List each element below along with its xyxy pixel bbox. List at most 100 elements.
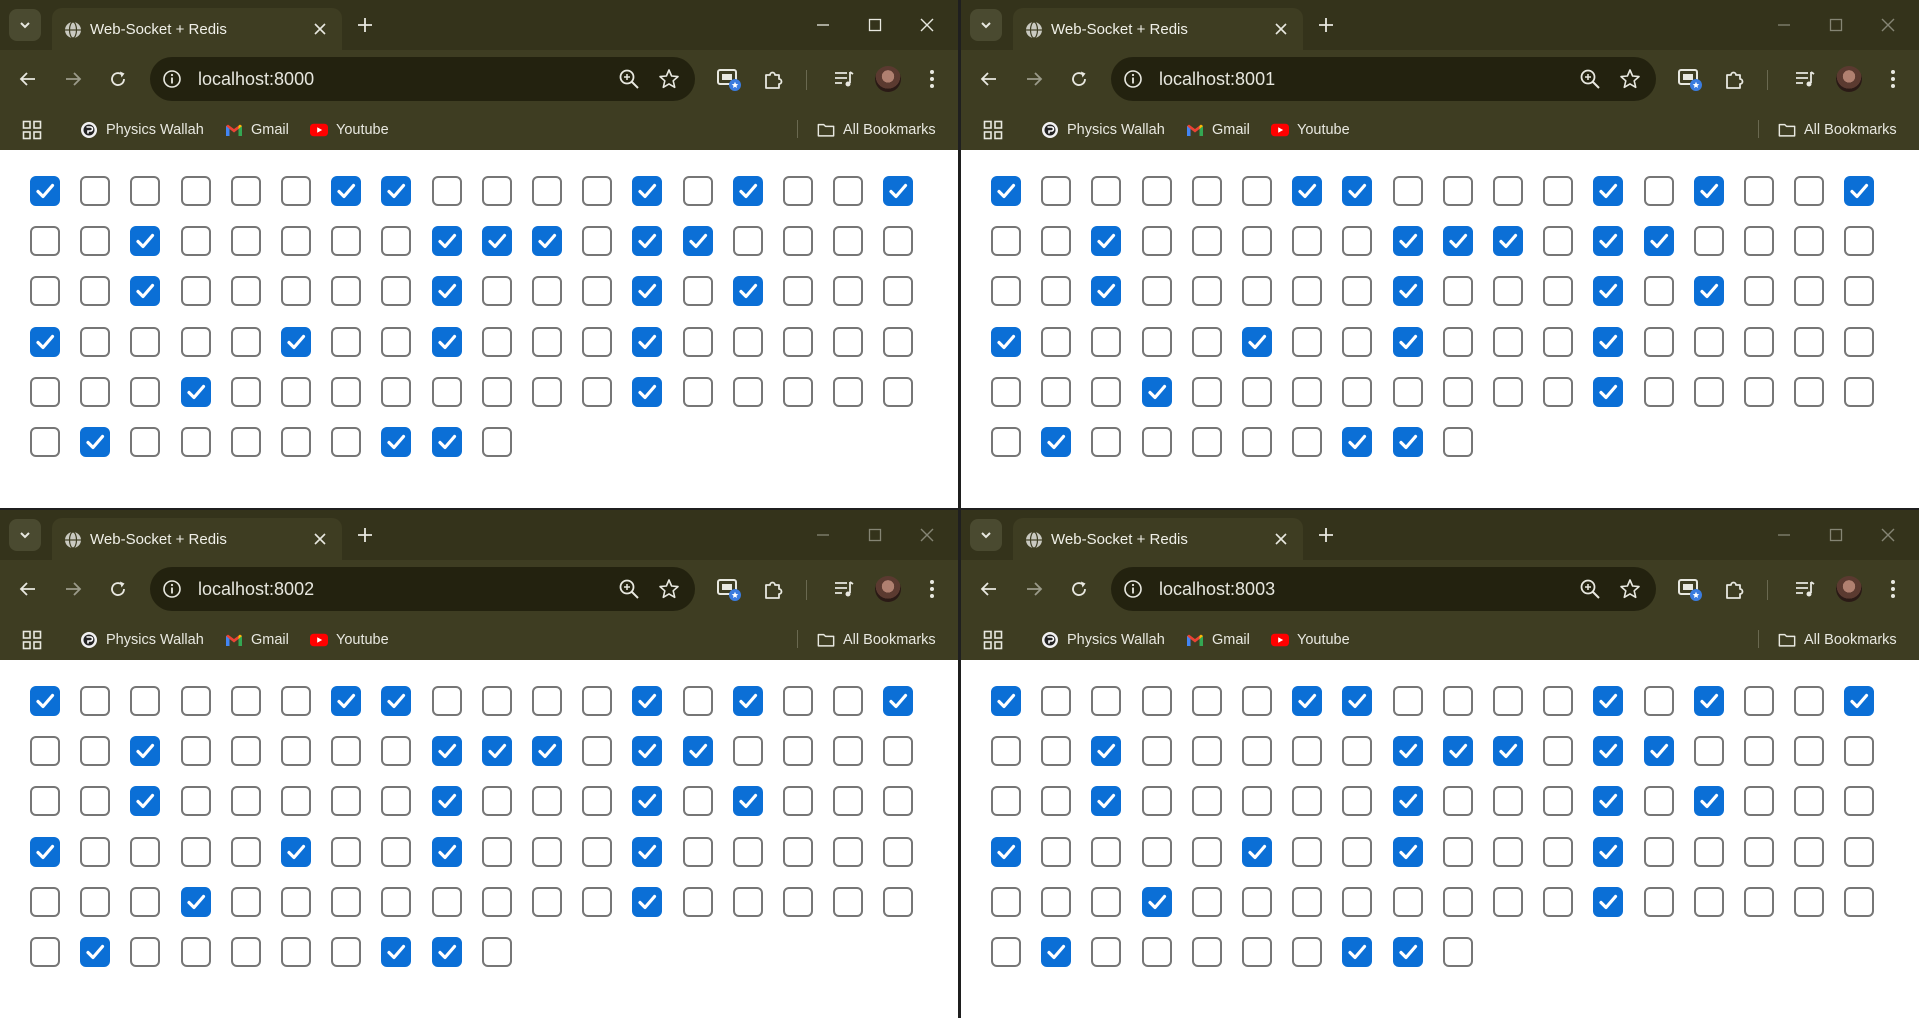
checkbox[interactable] — [1342, 326, 1373, 357]
address-bar[interactable]: localhost:8001 — [1111, 57, 1656, 101]
browser-menu-button[interactable] — [918, 65, 946, 93]
checkbox-checked[interactable] — [1593, 276, 1624, 307]
checkbox[interactable] — [230, 886, 261, 917]
checkbox[interactable] — [30, 937, 60, 967]
checkbox[interactable] — [80, 736, 111, 767]
checkbox[interactable] — [582, 886, 613, 917]
checkbox[interactable] — [30, 226, 60, 257]
checkbox[interactable] — [230, 786, 261, 817]
checkbox[interactable] — [230, 427, 261, 457]
checkbox[interactable] — [1342, 886, 1373, 917]
checkbox[interactable] — [1543, 886, 1574, 917]
checkbox[interactable] — [1844, 736, 1875, 767]
checkbox[interactable] — [1442, 686, 1473, 716]
checkbox[interactable] — [331, 836, 362, 867]
checkbox[interactable] — [80, 686, 111, 716]
checkbox[interactable] — [532, 326, 562, 357]
browser-tab[interactable]: Web-Socket + Redis — [1013, 518, 1303, 560]
checkbox[interactable] — [1292, 836, 1323, 867]
checkbox[interactable] — [1242, 176, 1272, 206]
checkbox[interactable] — [1543, 326, 1574, 357]
checkbox[interactable] — [1041, 786, 1072, 817]
checkbox[interactable] — [582, 686, 613, 716]
checkbox[interactable] — [281, 686, 311, 716]
checkbox[interactable] — [1242, 937, 1272, 967]
checkbox-checked[interactable] — [1392, 786, 1423, 817]
checkbox[interactable] — [1191, 276, 1222, 307]
checkbox[interactable] — [1794, 276, 1825, 307]
forward-button[interactable] — [1018, 63, 1050, 95]
checkbox-checked[interactable] — [732, 686, 763, 716]
checkbox-checked[interactable] — [1593, 376, 1624, 407]
checkbox-checked[interactable] — [1392, 276, 1423, 307]
checkbox[interactable] — [481, 937, 512, 967]
checkbox[interactable] — [883, 326, 914, 357]
checkbox[interactable] — [1342, 226, 1373, 257]
checkbox[interactable] — [30, 886, 60, 917]
checkbox[interactable] — [732, 836, 763, 867]
checkbox[interactable] — [381, 886, 412, 917]
checkbox[interactable] — [1392, 886, 1423, 917]
checkbox[interactable] — [481, 786, 512, 817]
checkbox-checked[interactable] — [1693, 176, 1724, 206]
apps-grid-icon[interactable] — [983, 120, 1003, 140]
profile-button[interactable] — [874, 575, 902, 603]
checkbox[interactable] — [30, 427, 60, 457]
checkbox[interactable] — [1744, 736, 1774, 767]
checkbox[interactable] — [1342, 736, 1373, 767]
checkbox[interactable] — [883, 226, 914, 257]
checkbox[interactable] — [532, 786, 562, 817]
checkbox[interactable] — [281, 376, 311, 407]
checkbox[interactable] — [1744, 376, 1774, 407]
checkbox[interactable] — [532, 886, 562, 917]
checkbox[interactable] — [1844, 886, 1875, 917]
checkbox-checked[interactable] — [632, 686, 663, 716]
checkbox[interactable] — [1292, 736, 1323, 767]
checkbox-checked[interactable] — [431, 736, 462, 767]
bookmark-gmail[interactable]: Gmail — [1186, 121, 1250, 139]
checkbox[interactable] — [1643, 786, 1674, 817]
window-close-button[interactable] — [1865, 520, 1911, 550]
checkbox[interactable] — [1794, 836, 1825, 867]
checkbox[interactable] — [833, 326, 864, 357]
checkbox[interactable] — [1643, 886, 1674, 917]
checkbox[interactable] — [1292, 226, 1323, 257]
checkbox[interactable] — [1744, 226, 1774, 257]
checkbox-checked[interactable] — [1693, 686, 1724, 716]
tab-search-button[interactable] — [970, 9, 1002, 41]
checkbox-checked[interactable] — [883, 686, 914, 716]
checkbox-checked[interactable] — [883, 176, 914, 206]
checkbox[interactable] — [883, 786, 914, 817]
checkbox[interactable] — [1392, 376, 1423, 407]
maximize-button[interactable] — [852, 520, 898, 550]
checkbox-checked[interactable] — [1041, 937, 1072, 967]
checkbox[interactable] — [1041, 326, 1072, 357]
checkbox[interactable] — [732, 376, 763, 407]
checkbox[interactable] — [30, 376, 60, 407]
apps-grid-icon[interactable] — [22, 120, 42, 140]
checkbox-checked[interactable] — [1392, 836, 1423, 867]
checkbox[interactable] — [130, 886, 161, 917]
checkbox-checked[interactable] — [1593, 736, 1624, 767]
checkbox[interactable] — [1141, 276, 1172, 307]
checkbox-checked[interactable] — [732, 786, 763, 817]
bookmark-physics-wallah[interactable]: Physics Wallah — [1041, 121, 1165, 139]
checkbox[interactable] — [783, 786, 813, 817]
profile-button[interactable] — [1835, 575, 1863, 603]
checkbox[interactable] — [1643, 176, 1674, 206]
checkbox[interactable] — [1693, 836, 1724, 867]
checkbox-checked[interactable] — [431, 427, 462, 457]
checkbox[interactable] — [1442, 937, 1473, 967]
bookmark-star-icon[interactable] — [1619, 68, 1641, 90]
checkbox[interactable] — [1041, 176, 1072, 206]
checkbox[interactable] — [230, 376, 261, 407]
checkbox-checked[interactable] — [30, 686, 60, 716]
checkbox[interactable] — [783, 736, 813, 767]
checkbox[interactable] — [582, 176, 613, 206]
checkbox-checked[interactable] — [331, 686, 362, 716]
info-icon[interactable] — [162, 579, 182, 599]
checkbox[interactable] — [1041, 836, 1072, 867]
checkbox[interactable] — [481, 276, 512, 307]
checkbox[interactable] — [281, 736, 311, 767]
checkbox[interactable] — [281, 937, 311, 967]
